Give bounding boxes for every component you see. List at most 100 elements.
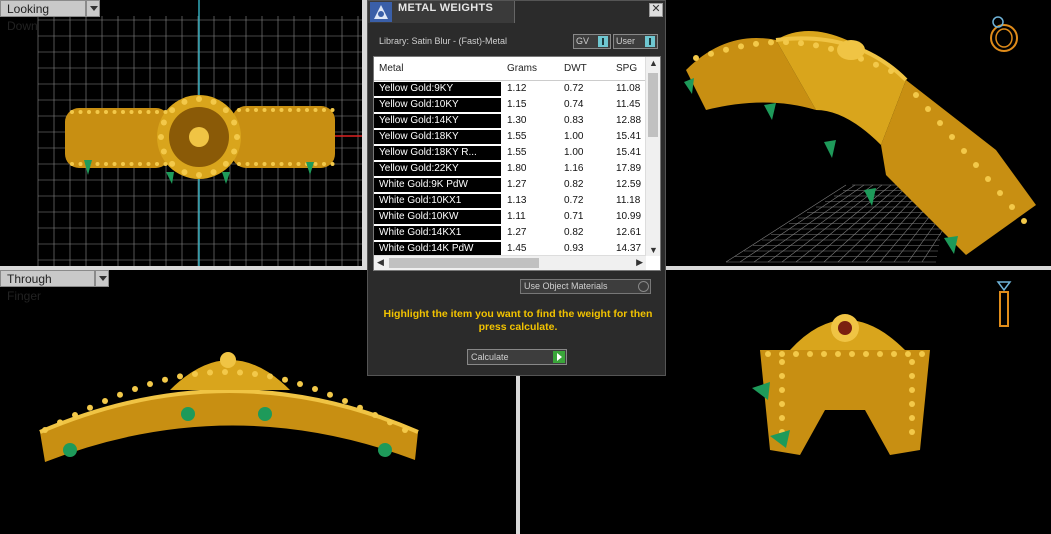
ring-side-view [752, 314, 930, 455]
scroll-right-icon[interactable]: ▶ [636, 257, 643, 268]
table-cell: 10.99 [616, 211, 642, 222]
table-row[interactable]: White Gold:14KX1 1.27 0.82 12.61 [374, 225, 646, 241]
table-cell: White Gold:14K PdW [374, 242, 501, 256]
app-logo-icon [370, 2, 392, 22]
table-cell: 15.41 [616, 131, 642, 142]
viewport-looking-down[interactable]: Looking Down [0, 0, 362, 266]
table-cell: White Gold:9K PdW [374, 178, 501, 192]
vertical-scrollbar[interactable]: ▲ ▼ [645, 57, 660, 256]
table-cell: 1.13 [507, 195, 527, 206]
table-cell: Yellow Gold:18KY [374, 130, 501, 144]
ring-side-icon[interactable] [996, 281, 1012, 327]
perspective-render [684, 16, 1036, 263]
calculate-button[interactable]: Calculate [467, 349, 567, 365]
table-cell: 0.82 [564, 227, 584, 238]
table-cell: Yellow Gold:10KY [374, 98, 501, 112]
instruction-text: Highlight the item you want to find the … [383, 308, 653, 333]
table-cell: 0.93 [564, 243, 584, 254]
calculate-label: Calculate [471, 352, 509, 362]
table-cell: 0.71 [564, 211, 584, 222]
table-row[interactable]: White Gold:10KW 1.11 0.71 10.99 [374, 209, 646, 225]
table-cell: 11.08 [616, 83, 641, 94]
table-cell: Yellow Gold:9KY [374, 82, 501, 96]
ring-icon[interactable] [990, 16, 1018, 52]
column-header[interactable]: DWT [564, 63, 587, 74]
viewport-perspective[interactable] [666, 0, 1051, 266]
viewport-label[interactable]: Through Finger [0, 270, 95, 303]
chevron-down-icon[interactable] [86, 0, 100, 17]
dialog-title: METAL WEIGHTS [398, 2, 494, 14]
gv-toggle[interactable]: GV [573, 34, 611, 49]
table-cell: 1.80 [507, 163, 527, 174]
table-cell: 1.55 [507, 131, 527, 142]
ring-top-view [65, 95, 335, 184]
dialog-titlebar[interactable]: METAL WEIGHTS ✕ [368, 1, 665, 23]
table-row[interactable]: White Gold:9K PdW 1.27 0.82 12.59 [374, 177, 646, 193]
metal-table: Metal Grams DWT SPG Yellow Gold:9KY 1.12 0… [373, 56, 661, 271]
table-cell: 1.00 [564, 131, 584, 142]
table-cell: 17.89 [616, 163, 642, 174]
table-cell: 11.18 [616, 195, 641, 206]
library-label: Library: Satin Blur - (Fast)-Metal [379, 36, 508, 46]
table-cell: 1.27 [507, 227, 527, 238]
table-cell: 0.83 [564, 115, 584, 126]
table-cell: 0.72 [564, 83, 584, 94]
table-cell: 12.88 [616, 115, 642, 126]
user-label: User [616, 36, 636, 46]
table-cell: 1.00 [564, 147, 584, 158]
scroll-left-icon[interactable]: ◀ [377, 257, 384, 268]
table-cell: White Gold:14KX1 [374, 226, 501, 240]
table-cell: 0.72 [564, 195, 584, 206]
scrollbar-thumb[interactable] [648, 73, 658, 137]
toggle-knob-icon [598, 36, 608, 47]
ring-front-view [39, 352, 419, 462]
table-cell: 11.45 [616, 99, 641, 110]
table-cell: 14.37 [616, 243, 642, 254]
table-cell: 1.55 [507, 147, 527, 158]
scrollbar-thumb[interactable] [389, 258, 539, 268]
use-object-materials-label: Use Object Materials [524, 281, 608, 291]
toggle-knob-icon [645, 36, 655, 47]
table-row[interactable]: Yellow Gold:18KY R... 1.55 1.00 15.41 [374, 145, 646, 161]
table-cell: 0.74 [564, 99, 584, 110]
table-cell: 1.45 [507, 243, 527, 254]
table-row[interactable]: Yellow Gold:22KY 1.80 1.16 17.89 [374, 161, 646, 177]
table-row[interactable]: Yellow Gold:14KY 1.30 0.83 12.88 [374, 113, 646, 129]
column-header[interactable]: Grams [507, 63, 537, 74]
table-cell: 1.16 [564, 163, 584, 174]
looking-down-render [37, 0, 362, 266]
table-cell: 1.12 [507, 83, 527, 94]
scroll-down-icon[interactable]: ▼ [649, 245, 658, 255]
table-cell: 15.41 [616, 147, 642, 158]
table-cell: 0.82 [564, 179, 584, 190]
use-object-materials-toggle[interactable]: Use Object Materials [520, 279, 651, 294]
chevron-down-icon[interactable] [95, 270, 109, 287]
user-toggle[interactable]: User [613, 34, 658, 49]
table-row[interactable]: Yellow Gold:10KY 1.15 0.74 11.45 [374, 97, 646, 113]
scroll-up-icon[interactable]: ▲ [649, 58, 658, 68]
ring-perspective-view [684, 31, 1036, 255]
table-cell: Yellow Gold:14KY [374, 114, 501, 128]
close-icon[interactable]: ✕ [649, 3, 663, 17]
table-cell: 1.11 [507, 211, 526, 222]
column-header[interactable]: Metal [379, 63, 403, 74]
radio-icon [638, 281, 649, 292]
table-row[interactable]: Yellow Gold:9KY 1.12 0.72 11.08 [374, 81, 646, 97]
table-cell: White Gold:10KX1 [374, 194, 501, 208]
play-icon [553, 351, 565, 363]
table-cell: White Gold:10KW [374, 210, 501, 224]
table-row[interactable]: Yellow Gold:18KY 1.55 1.00 15.41 [374, 129, 646, 145]
table-cell: 1.15 [507, 99, 527, 110]
horizontal-scrollbar[interactable]: ◀ ▶ [374, 255, 646, 270]
table-cell: 12.61 [616, 227, 642, 238]
metal-weights-dialog: METAL WEIGHTS ✕ Library: Satin Blur - (F… [367, 0, 666, 376]
table-cell: 1.30 [507, 115, 527, 126]
table-cell: Yellow Gold:18KY R... [374, 146, 501, 160]
column-header[interactable]: SPG [616, 63, 637, 74]
gv-label: GV [576, 36, 590, 46]
table-row[interactable]: White Gold:10KX1 1.13 0.72 11.18 [374, 193, 646, 209]
table-cell: 12.59 [616, 179, 642, 190]
table-header: Metal Grams DWT SPG [374, 57, 646, 81]
viewport-label[interactable]: Looking Down [0, 0, 86, 33]
table-cell: Yellow Gold:22KY [374, 162, 501, 176]
